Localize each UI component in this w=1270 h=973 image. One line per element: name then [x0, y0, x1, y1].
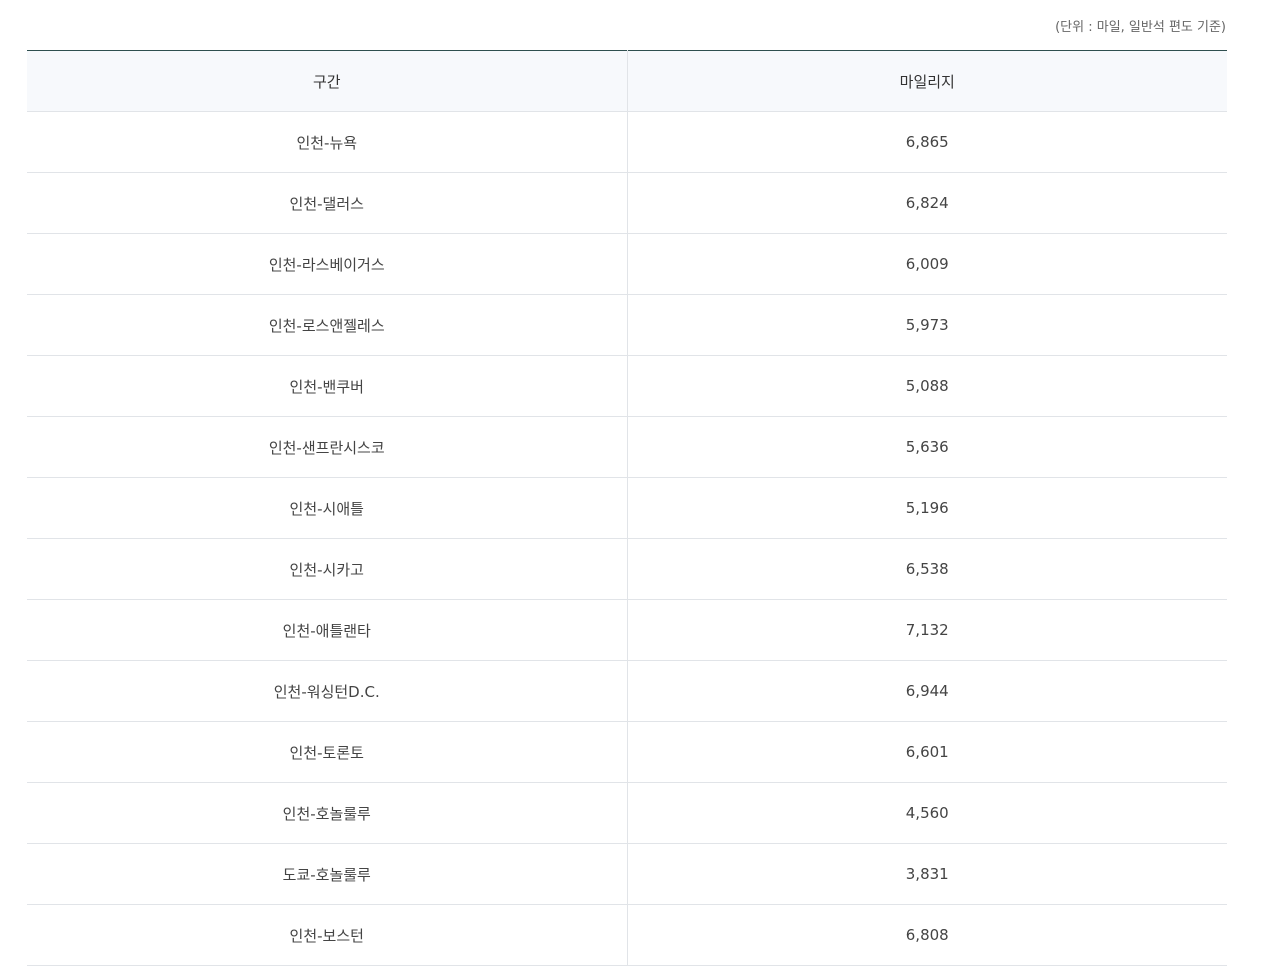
- mileage-cell: 5,973: [626, 294, 1227, 356]
- table-row: 인천-라스베이거스 6,009: [27, 233, 1227, 295]
- mileage-table: 구간 마일리지 인천-뉴욕 6,865 인천-댈러스 6,824 인천-라스베이…: [27, 50, 1227, 966]
- table-row: 인천-시카고 6,538: [27, 538, 1227, 600]
- table-row: 인천-밴쿠버 5,088: [27, 355, 1227, 417]
- mileage-cell: 5,636: [626, 416, 1227, 478]
- mileage-cell: 7,132: [626, 599, 1227, 661]
- table-row: 인천-워싱턴D.C. 6,944: [27, 660, 1227, 722]
- route-cell: 인천-라스베이거스: [27, 233, 627, 295]
- table-row: 도쿄-호놀룰루 3,831: [27, 843, 1227, 905]
- mileage-cell: 3,831: [626, 843, 1227, 905]
- table-row: 인천-토론토 6,601: [27, 721, 1227, 783]
- table-header-row: 구간 마일리지: [27, 50, 1227, 112]
- column-header-route: 구간: [27, 50, 627, 112]
- mileage-cell: 5,088: [626, 355, 1227, 417]
- mileage-cell: 6,865: [626, 111, 1227, 173]
- route-cell: 인천-샌프란시스코: [27, 416, 627, 478]
- route-cell: 인천-애틀랜타: [27, 599, 627, 661]
- route-cell: 인천-토론토: [27, 721, 627, 783]
- table-row: 인천-애틀랜타 7,132: [27, 599, 1227, 661]
- table-row: 인천-시애틀 5,196: [27, 477, 1227, 539]
- table-row: 인천-샌프란시스코 5,636: [27, 416, 1227, 478]
- table-row: 인천-로스앤젤레스 5,973: [27, 294, 1227, 356]
- route-cell: 인천-밴쿠버: [27, 355, 627, 417]
- mileage-cell: 6,601: [626, 721, 1227, 783]
- mileage-cell: 4,560: [626, 782, 1227, 844]
- mileage-cell: 6,824: [626, 172, 1227, 234]
- unit-note: (단위 : 마일, 일반석 편도 기준): [1055, 20, 1226, 35]
- route-cell: 인천-로스앤젤레스: [27, 294, 627, 356]
- table-row: 인천-호놀룰루 4,560: [27, 782, 1227, 844]
- column-header-mileage: 마일리지: [626, 50, 1227, 112]
- route-cell: 인천-시카고: [27, 538, 627, 600]
- table-row: 인천-뉴욕 6,865: [27, 111, 1227, 173]
- table-body: 인천-뉴욕 6,865 인천-댈러스 6,824 인천-라스베이거스 6,009…: [27, 111, 1227, 966]
- route-cell: 인천-보스턴: [27, 904, 627, 966]
- route-cell: 도쿄-호놀룰루: [27, 843, 627, 905]
- table-row: 인천-보스턴 6,808: [27, 904, 1227, 966]
- route-cell: 인천-뉴욕: [27, 111, 627, 173]
- mileage-cell: 6,808: [626, 904, 1227, 966]
- mileage-cell: 6,009: [626, 233, 1227, 295]
- route-cell: 인천-댈러스: [27, 172, 627, 234]
- route-cell: 인천-호놀룰루: [27, 782, 627, 844]
- page: (단위 : 마일, 일반석 편도 기준) 구간 마일리지 인천-뉴욕 6,865…: [0, 0, 1270, 973]
- mileage-cell: 6,944: [626, 660, 1227, 722]
- table-header: 구간 마일리지: [27, 50, 1227, 112]
- route-cell: 인천-워싱턴D.C.: [27, 660, 627, 722]
- route-cell: 인천-시애틀: [27, 477, 627, 539]
- mileage-cell: 6,538: [626, 538, 1227, 600]
- table-row: 인천-댈러스 6,824: [27, 172, 1227, 234]
- mileage-cell: 5,196: [626, 477, 1227, 539]
